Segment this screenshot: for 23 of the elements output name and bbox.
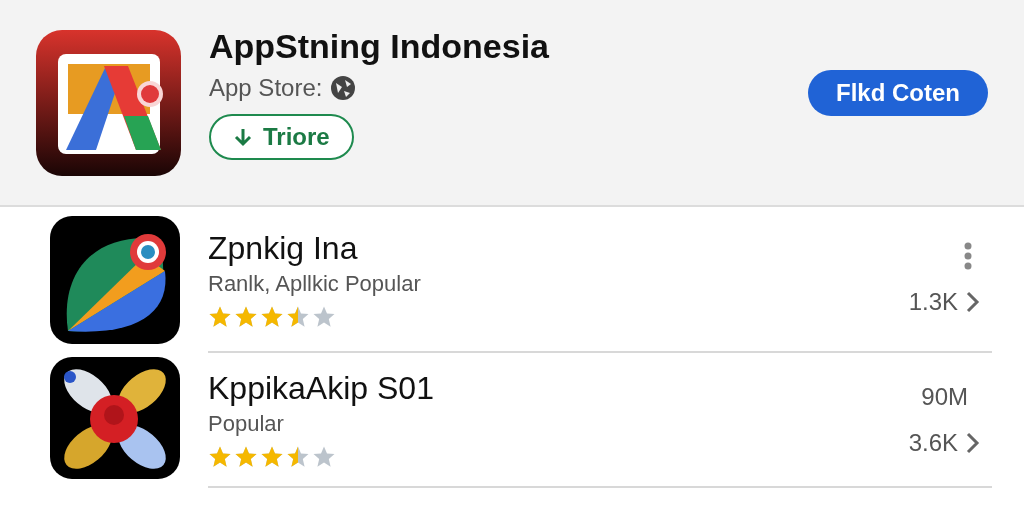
install-button[interactable]: Triore [209, 114, 354, 160]
star-icon [260, 445, 284, 469]
star-icon [234, 445, 258, 469]
chevron-icon[interactable] [966, 431, 980, 454]
app-size: 90M [921, 382, 968, 411]
app-category: Ranlk, Apllkic Popular [208, 270, 422, 297]
download-arrow-icon [233, 127, 253, 147]
chevron-icon[interactable] [966, 291, 980, 313]
more-menu-icon[interactable] [964, 242, 972, 270]
app-name[interactable]: KppikaAkip S01 [208, 370, 909, 407]
action-button[interactable]: Flkd Coten [808, 69, 988, 116]
star-icon [286, 445, 310, 469]
app-title: AppStning Indonesia [209, 27, 550, 66]
store-label: App Store: [209, 74, 323, 102]
app-category: Popular [208, 411, 285, 437]
star-icon [312, 445, 336, 469]
review-count: 3.6K [908, 428, 958, 457]
review-count: 1.3K [908, 288, 958, 316]
app-logo-icon [36, 29, 181, 176]
app-icon[interactable] [50, 216, 180, 344]
star-icon [208, 445, 232, 469]
app-name[interactable]: Zpnkig Ina [208, 229, 909, 267]
globe-icon [330, 75, 357, 101]
